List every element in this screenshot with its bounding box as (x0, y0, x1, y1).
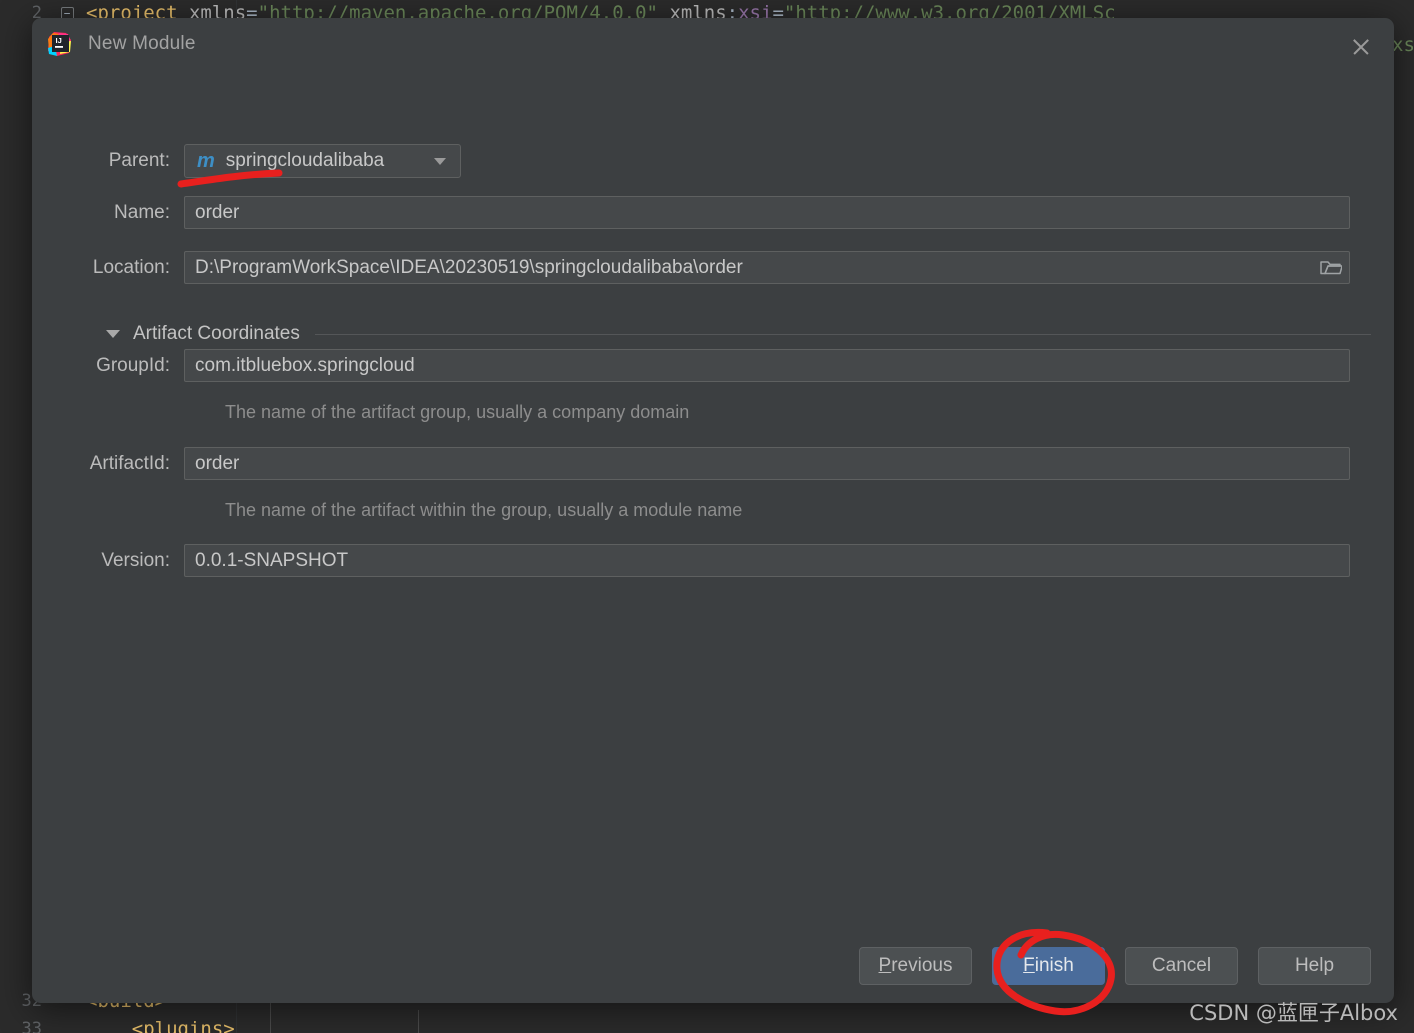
help-button[interactable]: Help (1258, 947, 1371, 985)
version-label: Version: (101, 549, 170, 571)
group-id-input[interactable]: com.itbluebox.springcloud (184, 349, 1350, 382)
dialog-titlebar: IJ New Module (32, 18, 1394, 70)
location-row: Location: D:\ProgramWorkSpace\IDEA\20230… (32, 251, 1350, 284)
group-id-label: GroupId: (96, 354, 170, 376)
artifact-id-label: ArtifactId: (89, 452, 170, 474)
close-icon[interactable] (1346, 32, 1376, 62)
svg-text:IJ: IJ (56, 36, 62, 45)
code-line-content: <plugins> (86, 1018, 235, 1033)
dialog-body: Parent: m springcloudalibaba Name: order… (32, 70, 1394, 948)
artifact-id-hint: The name of the artifact within the grou… (225, 500, 743, 520)
name-input-value: order (195, 201, 240, 223)
chevron-down-icon[interactable] (434, 157, 446, 165)
artifact-id-input-value: order (195, 452, 240, 474)
previous-button-label: revious (891, 955, 953, 976)
artifact-coordinates-section-header[interactable]: Artifact Coordinates (106, 323, 1371, 345)
previous-button[interactable]: Previous (859, 947, 972, 985)
name-input[interactable]: order (184, 196, 1350, 229)
caret-down-icon[interactable] (106, 330, 120, 338)
dialog-footer: Previous Finish Cancel Help (32, 947, 1394, 1003)
finish-button[interactable]: Finish (992, 947, 1105, 985)
name-row: Name: order (32, 196, 1350, 229)
group-id-hint: The name of the artifact group, usually … (225, 402, 690, 422)
location-label: Location: (92, 256, 170, 278)
indent-guide (418, 1010, 419, 1033)
new-module-dialog: IJ New Module Parent: m springcloudaliba… (32, 18, 1394, 1003)
artifact-id-input[interactable]: order (184, 447, 1350, 480)
finish-button-mnemonic: F (1023, 955, 1035, 976)
editor-right-edge-text: xsi (1392, 34, 1414, 56)
parent-value: springcloudalibaba (225, 150, 385, 171)
version-input[interactable]: 0.0.1-SNAPSHOT (184, 544, 1350, 577)
version-input-value: 0.0.1-SNAPSHOT (195, 549, 349, 571)
dialog-title: New Module (88, 33, 196, 54)
parent-combobox[interactable]: m springcloudalibaba (184, 144, 461, 178)
artifact-coordinates-title: Artifact Coordinates (133, 323, 300, 344)
parent-label: Parent: (108, 150, 170, 171)
folder-open-icon[interactable] (1313, 251, 1350, 284)
ide-window: 2 − <project xmlns="http://maven.apache.… (0, 0, 1414, 1033)
finish-button-label: inish (1034, 955, 1074, 976)
maven-module-icon: m (197, 149, 215, 172)
previous-button-mnemonic: P (878, 955, 892, 976)
intellij-idea-logo-icon: IJ (46, 31, 72, 57)
version-row: Version: 0.0.1-SNAPSHOT (32, 544, 1350, 577)
name-label: Name: (114, 201, 170, 223)
csdn-watermark: CSDN @蓝匣子Albox (1189, 1001, 1398, 1025)
group-id-row: GroupId: com.itbluebox.springcloud (32, 349, 1350, 382)
location-input[interactable]: D:\ProgramWorkSpace\IDEA\20230519\spring… (184, 251, 1313, 284)
cancel-button[interactable]: Cancel (1125, 947, 1238, 985)
section-divider (314, 333, 1371, 335)
group-id-input-value: com.itbluebox.springcloud (195, 354, 415, 376)
location-input-value: D:\ProgramWorkSpace\IDEA\20230519\spring… (195, 256, 743, 278)
artifact-id-row: ArtifactId: order (32, 447, 1350, 480)
parent-row: Parent: m springcloudalibaba (32, 144, 461, 178)
line-number: 33 (21, 1019, 42, 1033)
